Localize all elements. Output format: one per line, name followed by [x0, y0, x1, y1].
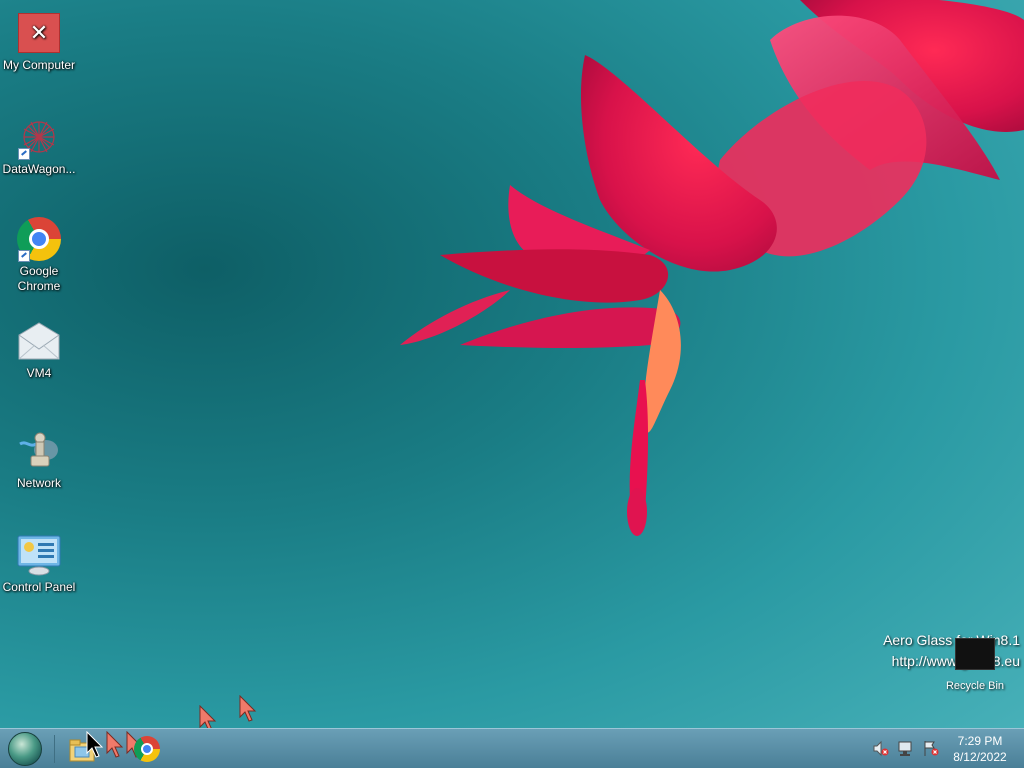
taskbar-separator — [54, 735, 55, 763]
recycle-bin-icon — [955, 638, 995, 670]
desktop-icon-my-computer[interactable]: ✕ My Computer — [0, 10, 78, 73]
desktop-icon-network[interactable]: Network — [0, 428, 78, 491]
desktop-icon-vm4[interactable]: VM4 — [0, 318, 78, 381]
envelope-icon — [16, 318, 62, 364]
desktop-icon-recycle-bin[interactable]: Recycle Bin — [940, 638, 1010, 692]
desktop-icon-label: Control Panel — [2, 580, 76, 594]
taskbar-clock[interactable]: 7:29 PM 8/12/2022 — [940, 733, 1020, 765]
desktop-icon-label: My Computer — [2, 58, 76, 72]
error-x-icon: ✕ — [16, 10, 62, 56]
shortcut-arrow-icon — [18, 148, 30, 160]
desktop-icon-datawagon[interactable]: DataWagon... — [0, 114, 78, 177]
clock-date: 8/12/2022 — [953, 750, 1007, 764]
chrome-icon[interactable] — [134, 736, 160, 762]
desktop[interactable]: ✕ My Computer DataWagon... Google Chrome — [0, 0, 1024, 728]
chrome-icon — [16, 216, 62, 262]
desktop-icon-label: DataWagon... — [2, 162, 76, 176]
mouse-cursor-icon — [199, 705, 217, 728]
mouse-cursor-icon — [239, 695, 257, 722]
volume-muted-icon[interactable] — [872, 740, 889, 757]
network-tray-icon[interactable] — [897, 740, 914, 757]
desktop-icon-label: VM4 — [26, 366, 52, 380]
start-orb-button[interactable] — [8, 732, 42, 766]
control-panel-icon — [16, 532, 62, 578]
desktop-icon-label: Recycle Bin — [945, 680, 1005, 692]
mouse-cursor-icon — [106, 731, 124, 758]
mouse-cursor-icon — [86, 731, 104, 758]
desktop-icon-control-panel[interactable]: Control Panel — [0, 532, 78, 595]
datawagon-icon — [16, 114, 62, 160]
desktop-icon-label: Google Chrome — [17, 264, 61, 293]
network-icon — [16, 428, 62, 474]
wallpaper-flower — [400, 0, 1024, 536]
taskbar: 7:29 PM 8/12/2022 — [0, 728, 1024, 768]
desktop-icon-label: Network — [16, 476, 61, 490]
system-tray — [872, 740, 939, 757]
action-center-flag-icon[interactable] — [922, 740, 939, 757]
shortcut-arrow-icon — [18, 250, 30, 262]
desktop-icon-google-chrome[interactable]: Google Chrome — [0, 216, 78, 294]
clock-time: 7:29 PM — [957, 734, 1003, 748]
